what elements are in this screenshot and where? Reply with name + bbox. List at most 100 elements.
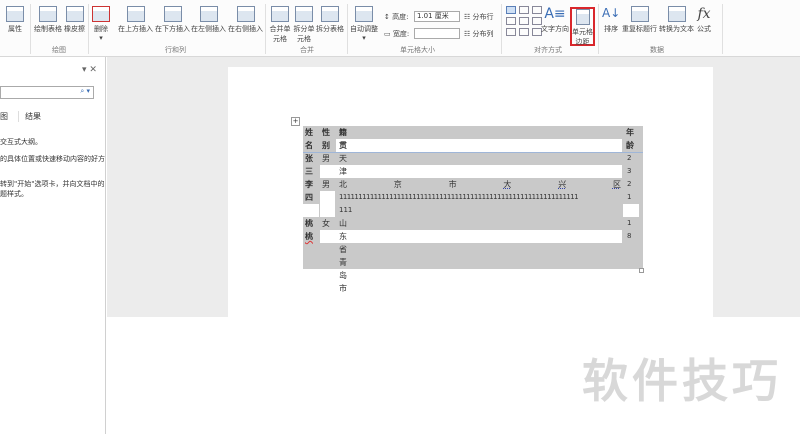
cell-age[interactable]: 21 <box>627 178 631 204</box>
cell-bg <box>320 191 335 217</box>
insert-right-button[interactable]: 在右侧插入 <box>228 6 263 34</box>
cell-name[interactable]: 桃桃 <box>305 217 313 243</box>
cell-sex[interactable]: 女 <box>322 217 330 230</box>
label: 宽度: <box>392 30 410 38</box>
pane-text: 转到"开始"选项卡，并向文档中的 <box>0 180 105 188</box>
autofit-button[interactable]: 自动调整 ▾ <box>350 6 378 42</box>
search-input[interactable]: ⌕ ▾ <box>0 86 94 99</box>
convert-to-text-button[interactable]: 转换为文本 <box>659 6 694 34</box>
table-move-handle-icon[interactable]: + <box>291 117 300 126</box>
align-top-center-icon[interactable] <box>519 6 529 14</box>
cell-origin-line2: 1111111111111111111111111111111111111111… <box>339 193 579 201</box>
search-icon: ⌕ ▾ <box>80 87 90 95</box>
cell-age[interactable]: 23 <box>627 152 631 178</box>
value: 1.01 厘米 <box>417 12 449 20</box>
group-label: 行和列 <box>165 46 186 54</box>
insert-left-button[interactable]: 在左侧插入 <box>191 6 226 34</box>
ribbon: 属性 绘制表格 橡皮擦 绘图 删除 ▾ 在上方插入 在下方插入 在左侧插入 在右侧… <box>0 0 800 57</box>
distribute-rows-button[interactable]: ☷ 分布行 <box>464 12 494 22</box>
align-top-left-icon[interactable] <box>506 6 516 14</box>
eraser-button[interactable]: 橡皮擦 <box>64 6 85 34</box>
distribute-cols-button[interactable]: ☷ 分布列 <box>464 29 494 39</box>
table-resize-handle-icon[interactable] <box>639 268 644 273</box>
split-cells-button[interactable]: 拆分单元格 <box>292 6 316 44</box>
char: 桃 <box>305 232 313 241</box>
alignment-grid[interactable] <box>506 6 542 36</box>
tab-results[interactable]: 结果 <box>18 111 41 122</box>
label: 在下方插入 <box>155 25 190 33</box>
draw-table-button[interactable]: 绘制表格 <box>34 6 62 34</box>
align-middle-center-icon[interactable] <box>519 17 529 25</box>
cell-margins-button[interactable]: 单元格边距 <box>570 7 595 46</box>
char: 李 <box>305 180 313 189</box>
label: 转换为文本 <box>659 25 694 33</box>
merge-cells-button[interactable]: 合并单元格 <box>268 6 292 44</box>
text-direction-button[interactable]: A≡ 文字方向 <box>541 6 569 34</box>
divider <box>347 4 348 54</box>
sort-az-icon: A↓ <box>602 6 621 20</box>
divider <box>722 4 723 54</box>
properties-button[interactable]: 属性 <box>6 6 24 34</box>
char: 北 <box>339 180 347 189</box>
cell-origin[interactable]: 山东省青岛市 <box>339 217 347 295</box>
pencil-table-icon <box>39 6 57 22</box>
cell-bg <box>336 139 622 152</box>
delete-button[interactable]: 删除 ▾ <box>92 6 110 42</box>
divider <box>598 4 599 54</box>
divider <box>265 4 266 54</box>
properties-icon <box>6 6 24 22</box>
cell-name[interactable]: 张三 <box>305 152 313 178</box>
eraser-icon <box>65 6 84 22</box>
cell-bg <box>320 165 622 178</box>
char: 四 <box>305 193 313 202</box>
width-input[interactable] <box>414 28 460 39</box>
split-cells-icon <box>295 6 313 22</box>
label: 合并单元格 <box>269 25 291 43</box>
char: 姓 <box>305 128 313 137</box>
align-bottom-center-icon[interactable] <box>519 28 529 36</box>
convert-to-text-icon <box>667 6 686 22</box>
label: 在右侧插入 <box>228 25 263 33</box>
label: 拆分表格 <box>316 25 344 33</box>
watermark: 软件技巧 <box>582 354 782 408</box>
formula-button[interactable]: fx 公式 <box>697 6 711 34</box>
char: 区 <box>612 180 621 189</box>
cell-age[interactable]: 18 <box>627 217 631 243</box>
cell-origin[interactable]: 北京市大兴区 <box>339 178 621 191</box>
fx-icon: fx <box>697 6 711 22</box>
width-label: ▭ 宽度: <box>384 30 410 38</box>
align-middle-left-icon[interactable] <box>506 17 516 25</box>
char: 京 <box>393 180 402 189</box>
group-label: 对齐方式 <box>534 46 562 54</box>
delete-x-icon <box>92 6 110 22</box>
cell-name[interactable]: 李四 <box>305 178 313 204</box>
cell-sex[interactable]: 男 <box>322 152 330 165</box>
digit: 8 <box>627 232 632 240</box>
split-table-icon <box>321 6 339 22</box>
digit: 3 <box>627 167 632 175</box>
pane-text: 的具体位置或快速移动内容的好方 <box>0 155 105 163</box>
align-bottom-left-icon[interactable] <box>506 28 516 36</box>
repeat-header-button[interactable]: 重复标题行 <box>622 6 657 34</box>
group-label: 合并 <box>300 46 314 54</box>
cell-bg <box>303 204 319 217</box>
cell-bg <box>623 204 639 217</box>
insert-above-button[interactable]: 在上方插入 <box>118 6 153 34</box>
cell-origin[interactable]: 天津 <box>339 152 347 178</box>
char: 大 <box>503 180 512 189</box>
char: 名 <box>305 141 313 150</box>
label: 分布列 <box>472 30 494 38</box>
split-table-button[interactable]: 拆分表格 <box>316 6 344 34</box>
insert-below-button[interactable]: 在下方插入 <box>155 6 190 34</box>
char: 年 <box>626 128 634 137</box>
label: 文字方向 <box>541 25 569 33</box>
tab-pages[interactable]: 图 <box>0 111 8 122</box>
cell-sex[interactable]: 男 <box>322 178 330 191</box>
height-input[interactable]: 1.01 厘米 <box>414 11 460 22</box>
cell-margins-icon <box>575 9 590 25</box>
merge-cells-icon <box>271 6 289 22</box>
group-label: 数据 <box>650 46 664 54</box>
pane-options-icon[interactable]: ▾ ✕ <box>82 65 97 75</box>
repeat-header-icon <box>630 6 649 22</box>
sort-button[interactable]: A↓ 排序 <box>602 6 620 34</box>
